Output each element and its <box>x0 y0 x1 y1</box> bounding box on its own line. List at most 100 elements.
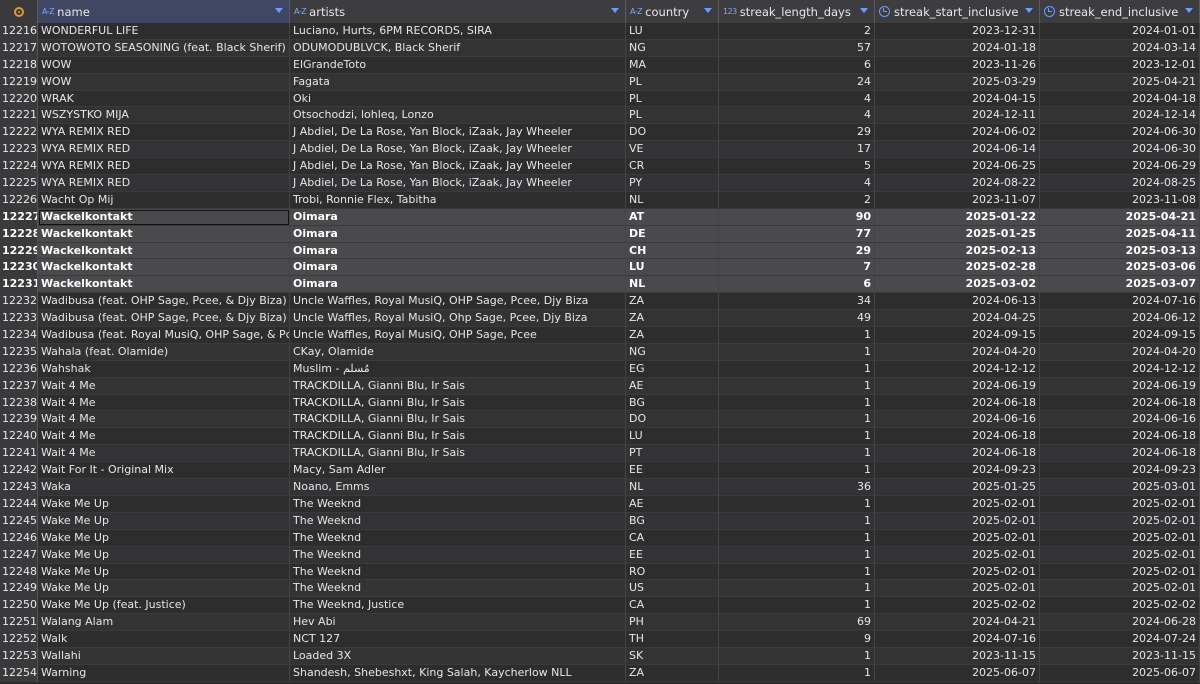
cell-name[interactable]: Wadibusa (feat. Royal MusiQ, OHP Sage, &… <box>38 327 290 344</box>
cell-streak-length-days[interactable]: 29 <box>719 124 875 142</box>
sort-dropdown-icon[interactable] <box>1025 8 1033 13</box>
cell-artists[interactable]: The Weeknd, Justice <box>290 597 626 615</box>
cell-artists[interactable]: The Weeknd <box>290 546 626 564</box>
table-row[interactable]: 12222 WYA REMIX RED J Abdiel, De La Rose, … <box>0 124 1200 142</box>
table-row[interactable]: 12230 Wackelkontakt Oimara LU 7 2025-02-28 202… <box>0 259 1200 277</box>
cell-country[interactable]: PH <box>626 614 719 632</box>
row-number[interactable]: 12252 <box>0 631 38 648</box>
cell-artists[interactable]: J Abdiel, De La Rose, Yan Block, iZaak, … <box>290 141 626 159</box>
cell-streak-start-inclusive[interactable]: 2025-02-01 <box>875 546 1040 564</box>
cell-streak-end-inclusive[interactable]: 2024-06-16 <box>1040 411 1200 429</box>
table-row[interactable]: 12226 Wacht Op Mij Trobi, Ronnie Flex, Tab… <box>0 191 1200 209</box>
cell-name[interactable]: Wait 4 Me <box>38 411 290 429</box>
cell-country[interactable]: ZA <box>626 293 719 311</box>
cell-name[interactable]: Wahala (feat. Olamide) <box>38 343 290 361</box>
cell-artists[interactable]: Otsochodzi, lohleq, Lonzo <box>290 107 626 125</box>
cell-country[interactable]: TH <box>626 631 719 648</box>
cell-streak-end-inclusive[interactable]: 2024-06-19 <box>1040 377 1200 395</box>
cell-country[interactable]: AT <box>626 208 719 226</box>
cell-streak-length-days[interactable]: 1 <box>719 597 875 615</box>
cell-streak-start-inclusive[interactable]: 2024-06-16 <box>875 411 1040 429</box>
cell-artists[interactable]: Oimara <box>290 208 626 226</box>
row-number[interactable]: 12254 <box>0 664 38 682</box>
cell-streak-end-inclusive[interactable]: 2025-03-01 <box>1040 479 1200 496</box>
cell-streak-length-days[interactable]: 1 <box>719 445 875 463</box>
cell-name[interactable]: WYA REMIX RED <box>38 158 290 176</box>
cell-country[interactable]: EE <box>626 546 719 564</box>
cell-artists[interactable]: J Abdiel, De La Rose, Yan Block, iZaak, … <box>290 175 626 192</box>
cell-streak-length-days[interactable]: 1 <box>719 647 875 665</box>
cell-name[interactable]: Wait 4 Me <box>38 394 290 412</box>
cell-country[interactable]: DE <box>626 225 719 243</box>
cell-streak-end-inclusive[interactable]: 2024-09-15 <box>1040 327 1200 344</box>
cell-name[interactable]: Wait 4 Me <box>38 428 290 446</box>
row-number[interactable]: 12231 <box>0 276 38 294</box>
table-row[interactable]: 12247 Wake Me Up The Weeknd EE 1 2025-02-01 20… <box>0 546 1200 564</box>
cell-streak-start-inclusive[interactable]: 2025-01-22 <box>875 208 1040 226</box>
cell-streak-end-inclusive[interactable]: 2023-11-15 <box>1040 647 1200 665</box>
table-row[interactable]: 12241 Wait 4 Me TRACKDILLA, Gianni Blu, Ir… <box>0 445 1200 463</box>
cell-country[interactable]: ZA <box>626 664 719 682</box>
row-number[interactable]: 12239 <box>0 411 38 429</box>
row-number[interactable]: 12217 <box>0 39 38 57</box>
cell-artists[interactable]: The Weeknd <box>290 512 626 530</box>
cell-streak-length-days[interactable]: 1 <box>719 563 875 581</box>
cell-artists[interactable]: ElGrandeToto <box>290 56 626 74</box>
cell-streak-end-inclusive[interactable]: 2025-02-01 <box>1040 529 1200 547</box>
row-number[interactable]: 12246 <box>0 529 38 547</box>
cell-name[interactable]: Wahshak <box>38 360 290 378</box>
cell-country[interactable]: AE <box>626 495 719 513</box>
table-row[interactable]: 12249 Wake Me Up The Weeknd US 1 2025-02-01 20… <box>0 580 1200 598</box>
row-number[interactable]: 12243 <box>0 479 38 496</box>
cell-country[interactable]: LU <box>626 259 719 277</box>
cell-streak-length-days[interactable]: 4 <box>719 90 875 108</box>
cell-artists[interactable]: Oimara <box>290 225 626 243</box>
table-row[interactable]: 12227 Wackelkontakt Oimara AT 90 2025-01-22 20… <box>0 208 1200 226</box>
cell-name[interactable]: Wackelkontakt <box>38 208 290 226</box>
sort-dropdown-icon[interactable] <box>275 8 283 13</box>
cell-streak-start-inclusive[interactable]: 2025-01-25 <box>875 225 1040 243</box>
row-number[interactable]: 12241 <box>0 445 38 463</box>
cell-country[interactable]: BG <box>626 512 719 530</box>
cell-name[interactable]: Wake Me Up <box>38 546 290 564</box>
cell-streak-start-inclusive[interactable]: 2025-01-25 <box>875 479 1040 496</box>
cell-name[interactable]: WYA REMIX RED <box>38 141 290 159</box>
column-header-artists[interactable]: A-Z artists <box>290 0 626 23</box>
cell-name[interactable]: Wackelkontakt <box>38 242 290 260</box>
table-row[interactable]: 12217 WOTOWOTO SEASONING (feat. Black She… <box>0 39 1200 57</box>
table-row[interactable]: 12244 Wake Me Up The Weeknd AE 1 2025-02-01 20… <box>0 495 1200 513</box>
row-number[interactable]: 12226 <box>0 191 38 209</box>
table-row[interactable]: 12240 Wait 4 Me TRACKDILLA, Gianni Blu, Ir… <box>0 428 1200 446</box>
cell-country[interactable]: MA <box>626 56 719 74</box>
cell-streak-length-days[interactable]: 1 <box>719 360 875 378</box>
cell-name[interactable]: Wait For It - Original Mix <box>38 462 290 480</box>
row-number[interactable]: 12237 <box>0 377 38 395</box>
table-row[interactable]: 12252 Walk NCT 127 TH 9 2024-07-16 2024-07-24 <box>0 631 1200 648</box>
cell-artists[interactable]: ODUMODUBLVCK, Black Sherif <box>290 39 626 57</box>
cell-streak-length-days[interactable]: 9 <box>719 631 875 648</box>
cell-country[interactable]: PL <box>626 107 719 125</box>
cell-streak-length-days[interactable]: 5 <box>719 158 875 176</box>
cell-artists[interactable]: TRACKDILLA, Gianni Blu, Ir Sais <box>290 377 626 395</box>
table-row[interactable]: 12237 Wait 4 Me TRACKDILLA, Gianni Blu, Ir… <box>0 377 1200 395</box>
row-number[interactable]: 12232 <box>0 293 38 311</box>
row-number[interactable]: 12250 <box>0 597 38 615</box>
cell-streak-end-inclusive[interactable]: 2025-02-02 <box>1040 597 1200 615</box>
cell-country[interactable]: PL <box>626 73 719 91</box>
cell-streak-end-inclusive[interactable]: 2024-04-20 <box>1040 343 1200 361</box>
column-header-country[interactable]: A-Z country <box>626 0 719 23</box>
cell-streak-length-days[interactable]: 1 <box>719 411 875 429</box>
row-number[interactable]: 12225 <box>0 175 38 192</box>
column-header-streak-length-days[interactable]: 123 streak_length_days <box>719 0 875 23</box>
column-header-name[interactable]: A-Z name <box>38 0 290 23</box>
cell-streak-end-inclusive[interactable]: 2024-04-18 <box>1040 90 1200 108</box>
cell-country[interactable]: DO <box>626 124 719 142</box>
cell-streak-length-days[interactable]: 69 <box>719 614 875 632</box>
row-number[interactable]: 12245 <box>0 512 38 530</box>
cell-country[interactable]: RO <box>626 563 719 581</box>
cell-artists[interactable]: TRACKDILLA, Gianni Blu, Ir Sais <box>290 394 626 412</box>
cell-name[interactable]: Wake Me Up (feat. Justice) <box>38 597 290 615</box>
cell-name[interactable]: Wake Me Up <box>38 563 290 581</box>
table-row[interactable]: 12245 Wake Me Up The Weeknd BG 1 2025-02-01 20… <box>0 512 1200 530</box>
row-number[interactable]: 12247 <box>0 546 38 564</box>
